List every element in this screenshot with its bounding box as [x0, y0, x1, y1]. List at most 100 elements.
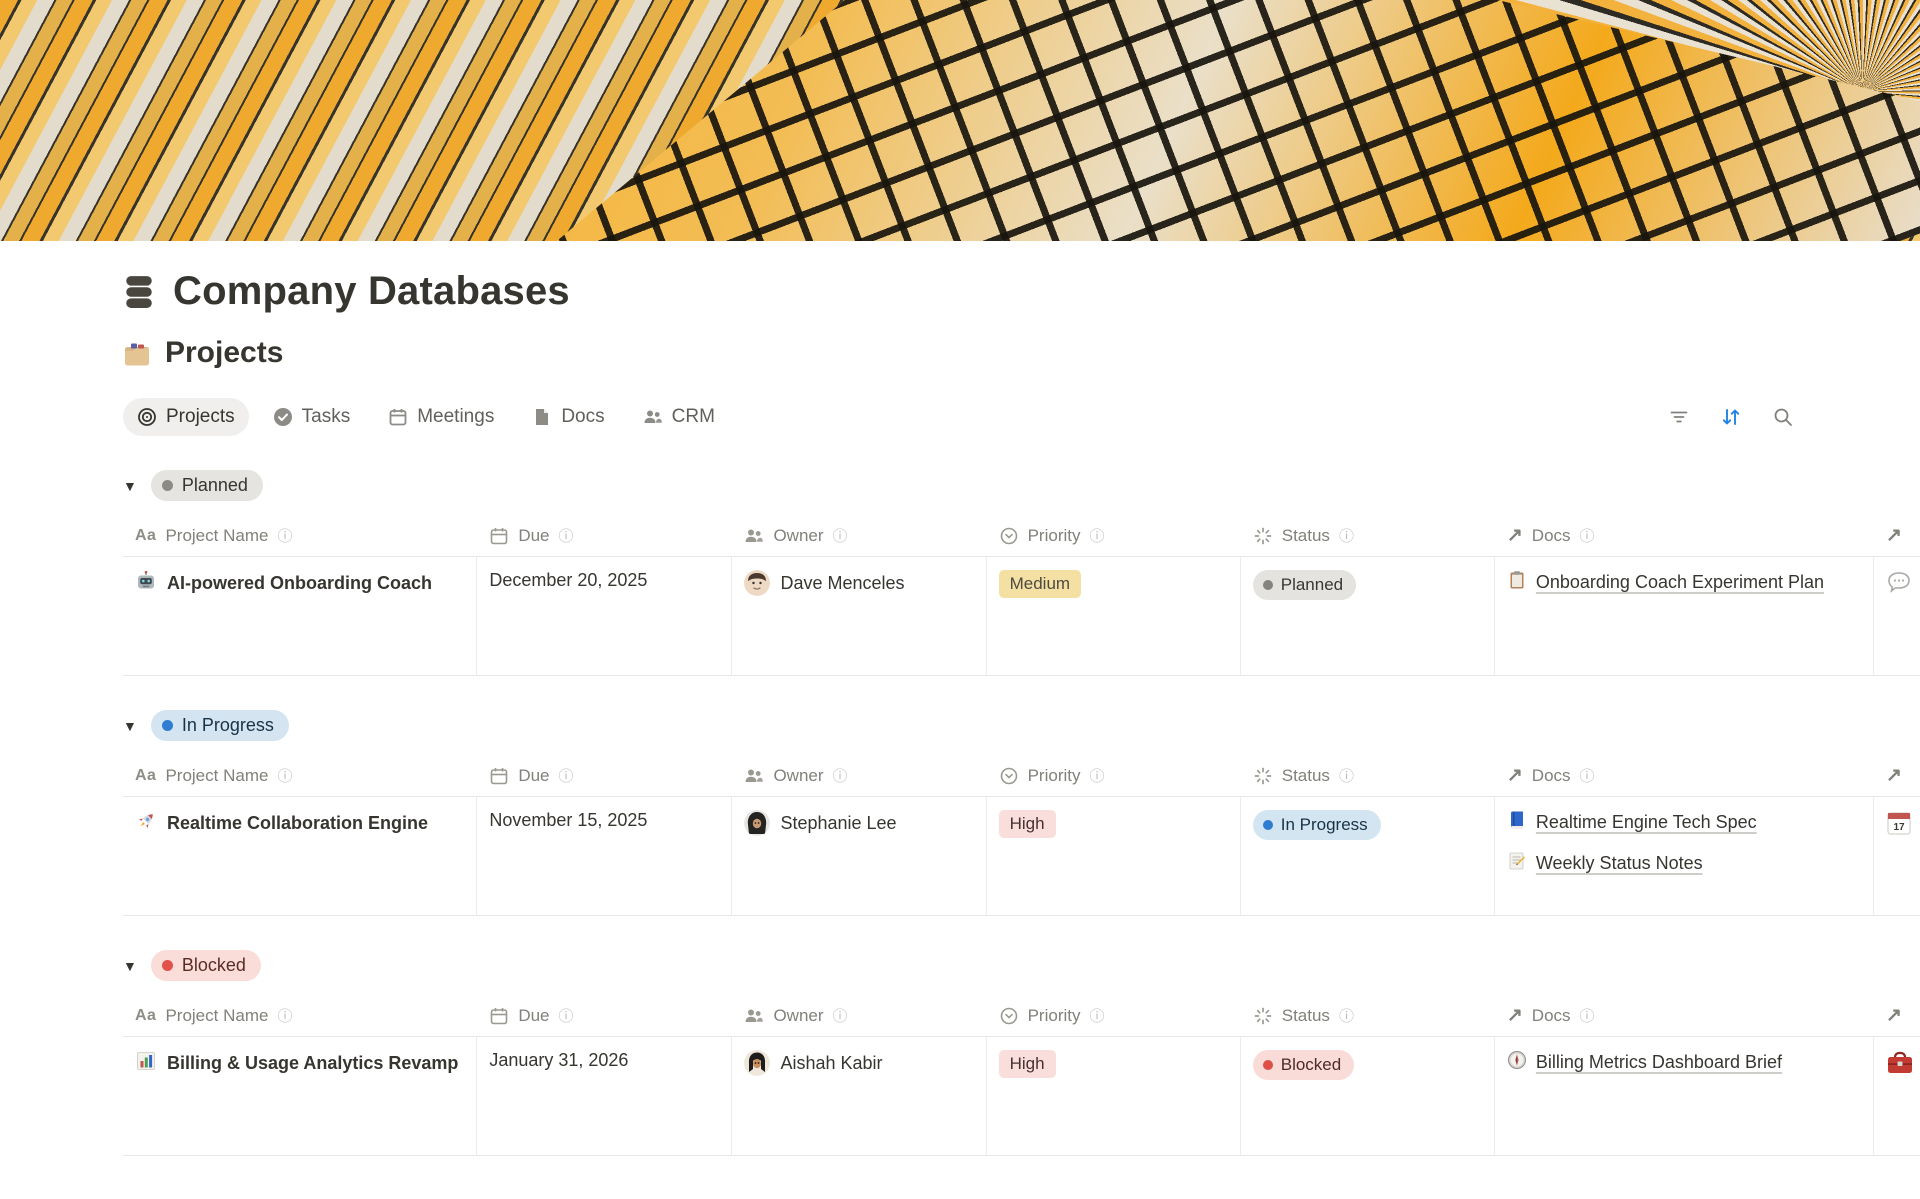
- section-title-text: Projects: [165, 336, 283, 370]
- collapse-toggle-icon[interactable]: ▼: [123, 958, 137, 974]
- status-dot: [162, 960, 173, 971]
- due-date-cell[interactable]: December 20, 2025: [477, 557, 732, 675]
- tab-docs[interactable]: Docs: [518, 398, 618, 436]
- column-header-owner[interactable]: Owner ⓘ: [732, 995, 986, 1036]
- priority-circle-icon: [999, 526, 1019, 546]
- check-circle-icon: [273, 407, 293, 427]
- target-icon: [137, 407, 157, 427]
- column-header-priority[interactable]: Priority ⓘ: [987, 995, 1241, 1036]
- column-header-project-name[interactable]: Aa Project Name ⓘ: [123, 995, 477, 1036]
- page-title[interactable]: Company Databases: [123, 269, 1920, 314]
- blue-book-icon: [1507, 810, 1527, 835]
- info-icon: ⓘ: [833, 1005, 848, 1026]
- owner-cell[interactable]: Aishah Kabir: [744, 1050, 882, 1076]
- info-icon: ⓘ: [1580, 525, 1595, 546]
- priority-tag[interactable]: High: [999, 1050, 1056, 1078]
- project-name-cell[interactable]: AI-powered Onboarding Coach: [135, 570, 432, 597]
- project-name-cell[interactable]: Realtime Collaboration Engine: [135, 810, 428, 837]
- people-icon: [744, 1006, 764, 1026]
- info-icon: ⓘ: [277, 765, 292, 786]
- column-header-docs[interactable]: ↗ Docs ⓘ: [1495, 995, 1874, 1036]
- column-header-docs[interactable]: ↗ Docs ⓘ: [1495, 755, 1874, 796]
- column-header-extra-relation[interactable]: ↗: [1874, 995, 1920, 1036]
- priority-tag[interactable]: Medium: [999, 570, 1081, 598]
- column-header-priority[interactable]: Priority ⓘ: [987, 755, 1241, 796]
- priority-tag[interactable]: High: [999, 810, 1056, 838]
- card-index-folder-icon: [123, 339, 151, 367]
- info-icon: ⓘ: [277, 1005, 292, 1026]
- collapse-toggle-icon[interactable]: ▼: [123, 718, 137, 734]
- rocket-icon: [135, 810, 157, 837]
- column-header-status[interactable]: Status ⓘ: [1241, 755, 1495, 796]
- tab-projects[interactable]: Projects: [123, 398, 249, 436]
- calendar-17-icon[interactable]: 17: [1886, 810, 1912, 841]
- status-dot: [162, 480, 173, 491]
- avatar: [744, 810, 770, 836]
- doc-link[interactable]: Onboarding Coach Experiment Plan: [1507, 570, 1824, 595]
- view-toolbar: [1668, 406, 1794, 428]
- info-icon: ⓘ: [1090, 1005, 1105, 1026]
- tab-tasks[interactable]: Tasks: [259, 398, 365, 436]
- sort-icon[interactable]: [1720, 406, 1742, 428]
- doc-link[interactable]: Realtime Engine Tech Spec: [1507, 810, 1757, 835]
- info-icon: ⓘ: [1090, 765, 1105, 786]
- search-icon[interactable]: [1772, 406, 1794, 428]
- filter-icon[interactable]: [1668, 406, 1690, 428]
- status-pill[interactable]: Blocked: [1253, 1050, 1354, 1080]
- doc-link[interactable]: Weekly Status Notes: [1507, 851, 1757, 876]
- tab-meetings[interactable]: Meetings: [374, 398, 508, 436]
- avatar: [744, 1050, 770, 1076]
- table-row: AI-powered Onboarding Coach December 20,…: [123, 557, 1920, 676]
- page-title-text: Company Databases: [173, 269, 570, 314]
- info-icon: ⓘ: [559, 765, 574, 786]
- group-badge-blocked[interactable]: Blocked: [151, 950, 261, 981]
- column-header-due[interactable]: Due ⓘ: [477, 755, 732, 796]
- collapse-toggle-icon[interactable]: ▼: [123, 478, 137, 494]
- group-in-progress: ▼ In Progress Aa Project Name ⓘ Due ⓘ: [123, 710, 1920, 916]
- column-header-status[interactable]: Status ⓘ: [1241, 515, 1495, 556]
- table-row: Realtime Collaboration Engine November 1…: [123, 797, 1920, 916]
- column-header-project-name[interactable]: Aa Project Name ⓘ: [123, 755, 477, 796]
- due-date-cell[interactable]: November 15, 2025: [477, 797, 732, 915]
- table-row: Billing & Usage Analytics Revamp January…: [123, 1037, 1920, 1156]
- info-icon: ⓘ: [559, 1005, 574, 1026]
- owner-cell[interactable]: Stephanie Lee: [744, 810, 896, 836]
- column-header-due[interactable]: Due ⓘ: [477, 995, 732, 1036]
- column-header-extra-relation[interactable]: ↗: [1874, 755, 1920, 796]
- column-header-owner[interactable]: Owner ⓘ: [732, 515, 986, 556]
- status-dot: [1263, 1060, 1273, 1070]
- group-badge-in-progress[interactable]: In Progress: [151, 710, 289, 741]
- database-icon: [123, 275, 155, 309]
- relation-arrow-icon: ↗: [1507, 524, 1523, 547]
- due-date-cell[interactable]: January 31, 2026: [477, 1037, 732, 1155]
- column-header-docs[interactable]: ↗ Docs ⓘ: [1495, 515, 1874, 556]
- column-header-priority[interactable]: Priority ⓘ: [987, 515, 1241, 556]
- text-aa-icon: Aa: [135, 1007, 156, 1025]
- calendar-icon: [489, 766, 509, 786]
- column-header-extra-relation[interactable]: ↗: [1874, 515, 1920, 556]
- tab-label: Tasks: [302, 406, 351, 428]
- info-icon: ⓘ: [1339, 525, 1354, 546]
- status-pill[interactable]: Planned: [1253, 570, 1356, 600]
- tab-crm[interactable]: CRM: [629, 398, 729, 436]
- status-dot: [162, 720, 173, 731]
- section-title[interactable]: Projects: [123, 336, 1920, 370]
- column-header-status[interactable]: Status ⓘ: [1241, 995, 1495, 1036]
- status-dot: [1263, 820, 1273, 830]
- info-icon: ⓘ: [833, 765, 848, 786]
- status-pill[interactable]: In Progress: [1253, 810, 1381, 840]
- toolbox-icon[interactable]: [1886, 1050, 1914, 1081]
- column-header-owner[interactable]: Owner ⓘ: [732, 755, 986, 796]
- project-name-cell[interactable]: Billing & Usage Analytics Revamp: [135, 1050, 458, 1077]
- relation-arrow-icon: ↗: [1886, 764, 1902, 787]
- doc-link[interactable]: Billing Metrics Dashboard Brief: [1507, 1050, 1782, 1075]
- column-header-project-name[interactable]: Aa Project Name ⓘ: [123, 515, 477, 556]
- column-header-due[interactable]: Due ⓘ: [477, 515, 732, 556]
- owner-cell[interactable]: Dave Menceles: [744, 570, 904, 596]
- group-planned: ▼ Planned Aa Project Name ⓘ Due ⓘ: [123, 470, 1920, 676]
- group-badge-planned[interactable]: Planned: [151, 470, 263, 501]
- comment-bubble-icon[interactable]: [1886, 570, 1912, 599]
- memo-icon: [1507, 851, 1527, 876]
- relation-arrow-icon: ↗: [1507, 764, 1523, 787]
- avatar: [744, 570, 770, 596]
